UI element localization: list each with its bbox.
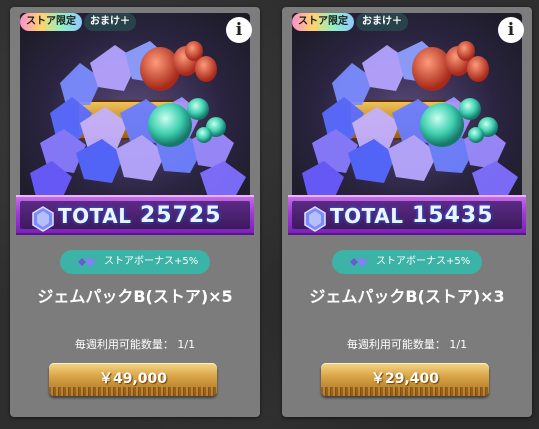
store-bonus-pill: ストアボーナス+5% (60, 250, 210, 274)
price-label: ￥29,400 (370, 371, 440, 387)
small-gems-icon (78, 257, 95, 267)
total-banner: TOTAL 15435 (288, 195, 526, 235)
store-bonus-text: ストアボーナス+5% (104, 256, 199, 267)
store-exclusive-badge: ストア限定 (292, 13, 354, 31)
total-value: 15435 (412, 203, 494, 228)
product-card-gem-pack-x3[interactable]: ストア限定 おまけ＋ i TOTAL 15435 ストアボーナス+5% ジェムパ… (282, 7, 532, 417)
buy-button[interactable]: ￥49,000 (49, 363, 217, 396)
product-card-gem-pack-x5[interactable]: ストア限定 おまけ＋ i TOTAL 25725 ストアボーナス+5% ジェムパ… (10, 7, 260, 417)
button-texture (49, 387, 217, 396)
total-label: TOTAL (330, 204, 404, 228)
total-banner: TOTAL 25725 (16, 195, 254, 235)
price-label: ￥49,000 (98, 371, 168, 387)
buy-button[interactable]: ￥29,400 (321, 363, 489, 396)
info-icon[interactable]: i (226, 17, 252, 43)
gem-treasure-image (20, 13, 250, 201)
total-banner-inner: TOTAL 25725 (20, 201, 250, 232)
gem-treasure-image (292, 13, 522, 201)
store-bonus-text: ストアボーナス+5% (376, 256, 471, 267)
small-gems-icon (350, 257, 367, 267)
gem-icon (32, 206, 54, 232)
bonus-badge: おまけ＋ (84, 13, 136, 31)
gem-icon (304, 206, 326, 232)
weekly-limit: 毎週利用可能数量： 1/1 (74, 338, 196, 351)
store-bonus-pill: ストアボーナス+5% (332, 250, 482, 274)
info-icon[interactable]: i (498, 17, 524, 43)
button-texture (321, 387, 489, 396)
bonus-badge: おまけ＋ (356, 13, 408, 31)
total-value: 25725 (140, 203, 222, 228)
total-label: TOTAL (58, 204, 132, 228)
pack-name: ジェムパックB(ストア)×5 (37, 287, 233, 306)
total-banner-inner: TOTAL 15435 (292, 201, 522, 232)
pack-name: ジェムパックB(ストア)×3 (309, 287, 505, 306)
weekly-limit: 毎週利用可能数量： 1/1 (346, 338, 468, 351)
store-exclusive-badge: ストア限定 (20, 13, 82, 31)
